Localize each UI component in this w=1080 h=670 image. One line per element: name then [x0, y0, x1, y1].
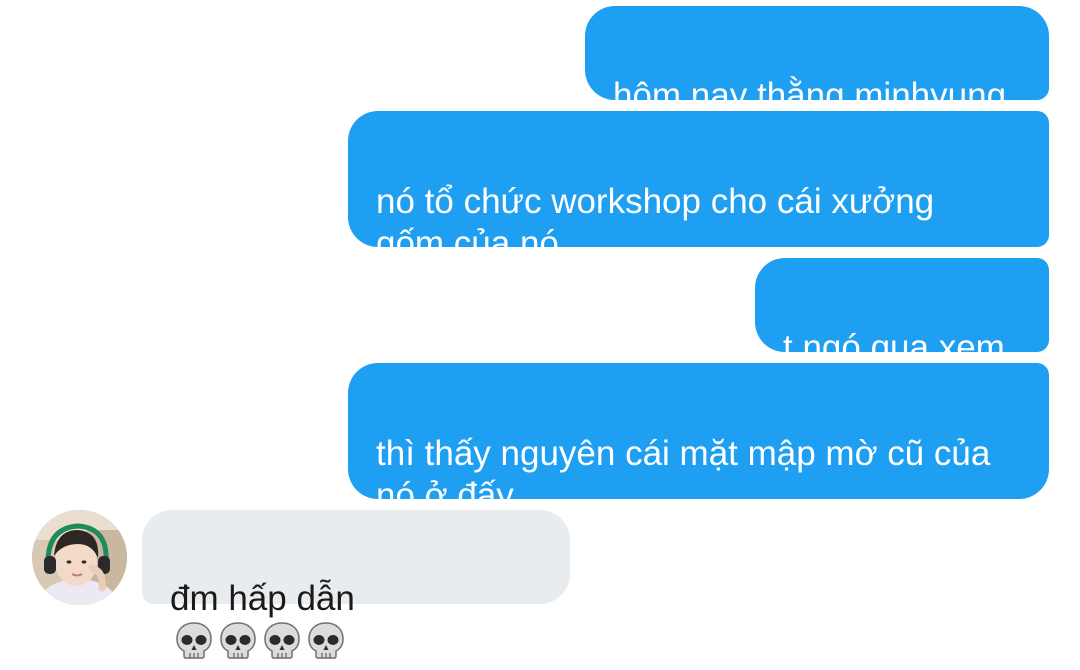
- message-text: nó tổ chức workshop cho cái xưởng gốm củ…: [376, 182, 935, 263]
- message-text: hôm nay thằng minhyung: [613, 76, 1007, 115]
- message-bubble-outgoing[interactable]: t ngó qua xem: [755, 258, 1049, 367]
- skull-emoji-icon: [218, 620, 258, 670]
- skull-emoji-icon: [306, 620, 346, 670]
- message-text: thì thấy nguyên cái mặt mập mờ cũ của nó…: [376, 434, 991, 515]
- avatar[interactable]: [32, 510, 127, 605]
- message-text: đm hấp dẫn: [170, 579, 355, 618]
- skull-emoji-icon: [262, 620, 302, 670]
- emoji-row: [170, 622, 346, 662]
- message-text: t ngó qua xem: [783, 328, 1005, 367]
- message-bubble-outgoing[interactable]: hôm nay thằng minhyung: [585, 6, 1049, 115]
- message-bubble-outgoing[interactable]: nó tổ chức workshop cho cái xưởng gốm củ…: [348, 111, 1049, 263]
- message-bubble-outgoing[interactable]: thì thấy nguyên cái mặt mập mờ cũ của nó…: [348, 363, 1049, 515]
- message-bubble-incoming[interactable]: đm hấp dẫn: [142, 510, 570, 659]
- avatar-image: [32, 510, 127, 605]
- skull-emoji-icon: [174, 620, 214, 670]
